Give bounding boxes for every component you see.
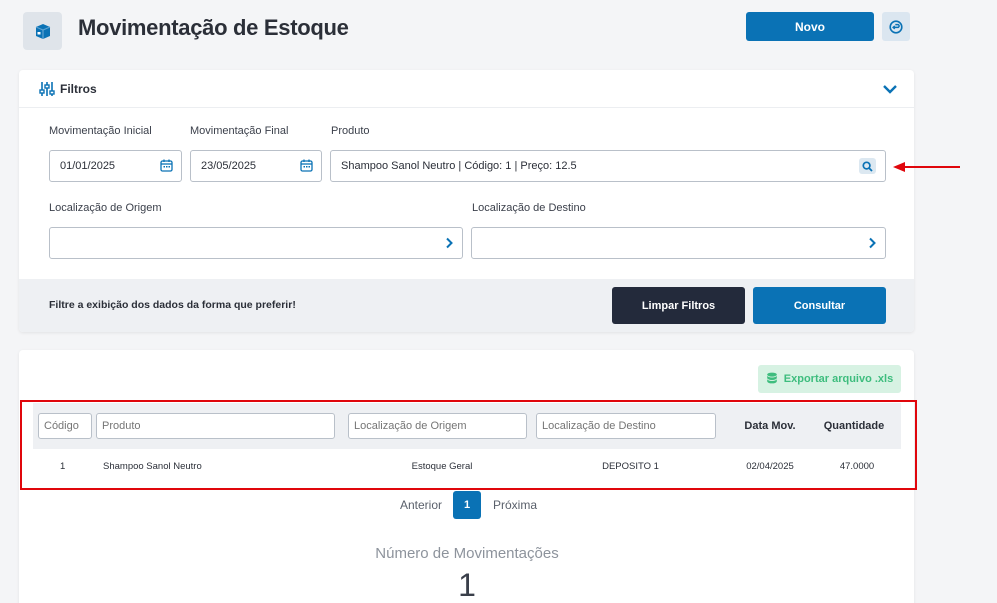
filters-hint: Filtre a exibição dos dados da forma que… [49, 299, 296, 311]
destino-input[interactable] [471, 227, 886, 259]
page-title: Movimentação de Estoque [78, 15, 349, 40]
filters-header[interactable]: Filtros [19, 70, 914, 108]
chevron-right-icon[interactable] [868, 237, 877, 252]
database-icon [766, 372, 778, 387]
search-icon[interactable] [859, 158, 876, 174]
origem-input[interactable] [49, 227, 463, 259]
origem-label: Localização de Origem [49, 202, 162, 214]
calendar-icon[interactable] [160, 159, 173, 175]
pagination: Anterior 1 Próxima [0, 491, 934, 519]
clear-filters-button[interactable]: Limpar Filtros [612, 287, 745, 324]
undo-icon[interactable] [882, 12, 910, 41]
consultar-button[interactable]: Consultar [753, 287, 886, 324]
produto-label: Produto [331, 125, 370, 137]
mov-final-input[interactable]: 23/05/2025 [190, 150, 322, 182]
previous-page-link[interactable]: Anterior [400, 498, 442, 512]
current-page-button[interactable]: 1 [453, 491, 481, 519]
export-xls-button[interactable]: Exportar arquivo .xls [758, 365, 901, 393]
new-button[interactable]: Novo [746, 12, 874, 41]
chevron-right-icon[interactable] [445, 237, 454, 252]
box-icon [23, 12, 62, 50]
mov-inicial-label: Movimentação Inicial [49, 125, 152, 137]
mov-inicial-value: 01/01/2025 [60, 160, 116, 172]
annotation-arrow [893, 160, 961, 178]
movements-count-label: Número de Movimentações [375, 545, 559, 562]
calendar-icon[interactable] [300, 159, 313, 175]
movements-count-value: 1 [458, 567, 476, 603]
sliders-icon [39, 81, 55, 102]
export-label: Exportar arquivo .xls [783, 373, 894, 385]
mov-final-label: Movimentação Final [190, 125, 289, 137]
chevron-down-icon[interactable] [882, 82, 898, 100]
annotation-highlight-box [20, 400, 917, 490]
produto-value: Shampoo Sanol Neutro | Código: 1 | Preço… [341, 160, 577, 172]
filters-footer: Filtre a exibição dos dados da forma que… [19, 279, 914, 332]
mov-final-value: 23/05/2025 [201, 160, 257, 172]
filters-panel: Filtros Movimentação Inicial 01/01/2025 … [19, 70, 914, 332]
destino-label: Localização de Destino [472, 202, 586, 214]
produto-input[interactable]: Shampoo Sanol Neutro | Código: 1 | Preço… [330, 150, 886, 182]
mov-inicial-input[interactable]: 01/01/2025 [49, 150, 182, 182]
filters-title: Filtros [60, 82, 97, 96]
next-page-link[interactable]: Próxima [493, 498, 537, 512]
